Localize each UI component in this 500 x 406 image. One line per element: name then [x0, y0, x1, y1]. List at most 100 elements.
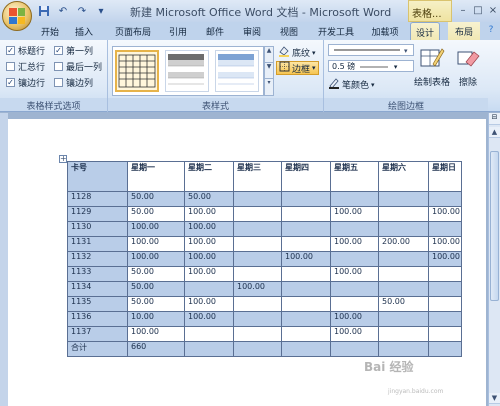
scroll-down-icon[interactable]: ▼ [489, 393, 500, 404]
header-cell[interactable]: 星期四 [281, 161, 331, 192]
first-column-checkbox[interactable]: ✓ [54, 46, 63, 55]
table-cell[interactable] [330, 296, 379, 312]
table-cell[interactable]: 100.00 [233, 281, 282, 297]
help-icon[interactable]: ? [484, 22, 498, 40]
table-cell[interactable] [281, 311, 331, 327]
scroll-thumb[interactable] [490, 151, 499, 301]
option-header-row[interactable]: ✓ 标题行 [6, 44, 45, 57]
header-cell[interactable]: 星期日 [428, 161, 462, 192]
table-cell[interactable]: 100.00 [428, 251, 462, 267]
header-cell[interactable]: 卡号 [67, 161, 128, 192]
row-id-cell[interactable]: 1134 [67, 281, 128, 297]
header-cell[interactable]: 星期二 [184, 161, 234, 192]
tab-addins[interactable]: 加载项 [366, 22, 404, 40]
table-cell[interactable] [378, 341, 429, 357]
close-icon[interactable]: × [486, 3, 500, 17]
table-cell[interactable] [281, 191, 331, 207]
table-cell[interactable]: 200.00 [378, 236, 429, 252]
table-cell[interactable] [330, 281, 379, 297]
header-row-checkbox[interactable]: ✓ [6, 46, 15, 55]
table-cell[interactable] [378, 206, 429, 222]
table-cell[interactable]: 100.00 [127, 236, 185, 252]
table-cell[interactable]: 100.00 [127, 221, 185, 237]
table-cell[interactable] [330, 341, 379, 357]
save-icon[interactable] [36, 3, 52, 19]
eraser-button[interactable]: 擦除 [456, 46, 480, 88]
table-cell[interactable] [378, 311, 429, 327]
table-cell[interactable] [233, 191, 282, 207]
shading-button[interactable]: 底纹 ▾ [278, 45, 316, 60]
table-cell[interactable] [330, 191, 379, 207]
table-cell[interactable] [428, 326, 462, 342]
banded-columns-checkbox[interactable] [54, 78, 63, 87]
table-cell[interactable] [281, 266, 331, 282]
table-cell[interactable] [184, 326, 234, 342]
tab-review[interactable]: 审阅 [238, 22, 266, 40]
data-table[interactable]: 卡号 星期一 星期二 星期三 星期四 星期五 星期六 星期日 1128 50.00 50.00 112… [67, 161, 462, 357]
table-cell[interactable] [281, 326, 331, 342]
table-cell[interactable]: 100.00 [184, 296, 234, 312]
scroll-up-icon[interactable]: ▲ [489, 127, 500, 138]
table-cell[interactable] [428, 221, 462, 237]
table-cell[interactable] [378, 221, 429, 237]
table-cell[interactable] [428, 266, 462, 282]
table-cell[interactable] [281, 236, 331, 252]
table-cell[interactable]: 100.00 [184, 206, 234, 222]
table-cell[interactable]: 100.00 [184, 251, 234, 267]
table-cell[interactable] [428, 296, 462, 312]
row-id-cell[interactable]: 1130 [67, 221, 128, 237]
option-banded-rows[interactable]: ✓ 镶边行 [6, 76, 45, 89]
table-cell[interactable]: 100.00 [330, 311, 379, 327]
table-cell[interactable]: 50.00 [127, 281, 185, 297]
line-style-select[interactable]: ▾ [328, 44, 414, 56]
tab-view[interactable]: 视图 [275, 22, 303, 40]
minimize-icon[interactable]: – [456, 3, 470, 17]
tab-insert[interactable]: 插入 [70, 22, 98, 40]
vertical-scrollbar[interactable]: ⊟ ▲ ▼ [488, 113, 500, 406]
tab-references[interactable]: 引用 [164, 22, 192, 40]
undo-icon[interactable]: ↶ [55, 3, 71, 19]
table-cell[interactable]: 660 [127, 341, 185, 357]
table-cell[interactable]: 50.00 [184, 191, 234, 207]
customize-qat-icon[interactable]: ▾ [93, 3, 109, 19]
table-style-gallery[interactable] [112, 46, 264, 96]
table-cell[interactable] [378, 191, 429, 207]
style-thumb-grid[interactable] [115, 50, 159, 92]
tab-home[interactable]: 开始 [36, 22, 64, 40]
maximize-icon[interactable]: □ [471, 3, 485, 17]
table-cell[interactable] [233, 221, 282, 237]
table-cell[interactable] [428, 281, 462, 297]
option-last-column[interactable]: 最后一列 [54, 60, 102, 73]
table-cell[interactable] [378, 326, 429, 342]
table-cell[interactable]: 100.00 [184, 266, 234, 282]
redo-icon[interactable]: ↷ [74, 3, 90, 19]
office-button[interactable] [2, 1, 32, 31]
row-id-cell[interactable]: 1135 [67, 296, 128, 312]
row-id-cell[interactable]: 1129 [67, 206, 128, 222]
option-first-column[interactable]: ✓ 第一列 [54, 44, 93, 57]
total-row-checkbox[interactable] [6, 62, 15, 71]
row-id-cell[interactable]: 1132 [67, 251, 128, 267]
header-cell[interactable]: 星期三 [233, 161, 282, 192]
row-id-cell[interactable]: 1136 [67, 311, 128, 327]
row-id-cell[interactable]: 合计 [67, 341, 128, 357]
tab-developer[interactable]: 开发工具 [312, 22, 360, 40]
table-cell[interactable]: 50.00 [127, 296, 185, 312]
table-cell[interactable]: 100.00 [127, 326, 185, 342]
table-cell[interactable]: 100.00 [330, 236, 379, 252]
table-cell[interactable]: 50.00 [127, 191, 185, 207]
table-cell[interactable] [233, 341, 282, 357]
pen-color-button[interactable]: 笔颜色 ▾ [328, 77, 375, 92]
table-cell[interactable] [233, 251, 282, 267]
style-thumb-light[interactable] [215, 50, 259, 92]
row-id-cell[interactable]: 1133 [67, 266, 128, 282]
table-cell[interactable] [378, 266, 429, 282]
table-cell[interactable] [184, 281, 234, 297]
table-cell[interactable] [233, 326, 282, 342]
table-cell[interactable] [281, 281, 331, 297]
table-cell[interactable]: 100.00 [330, 266, 379, 282]
style-thumb-shaded[interactable] [165, 50, 209, 92]
header-cell[interactable]: 星期一 [127, 161, 185, 192]
table-cell[interactable] [281, 221, 331, 237]
row-id-cell[interactable]: 1128 [67, 191, 128, 207]
